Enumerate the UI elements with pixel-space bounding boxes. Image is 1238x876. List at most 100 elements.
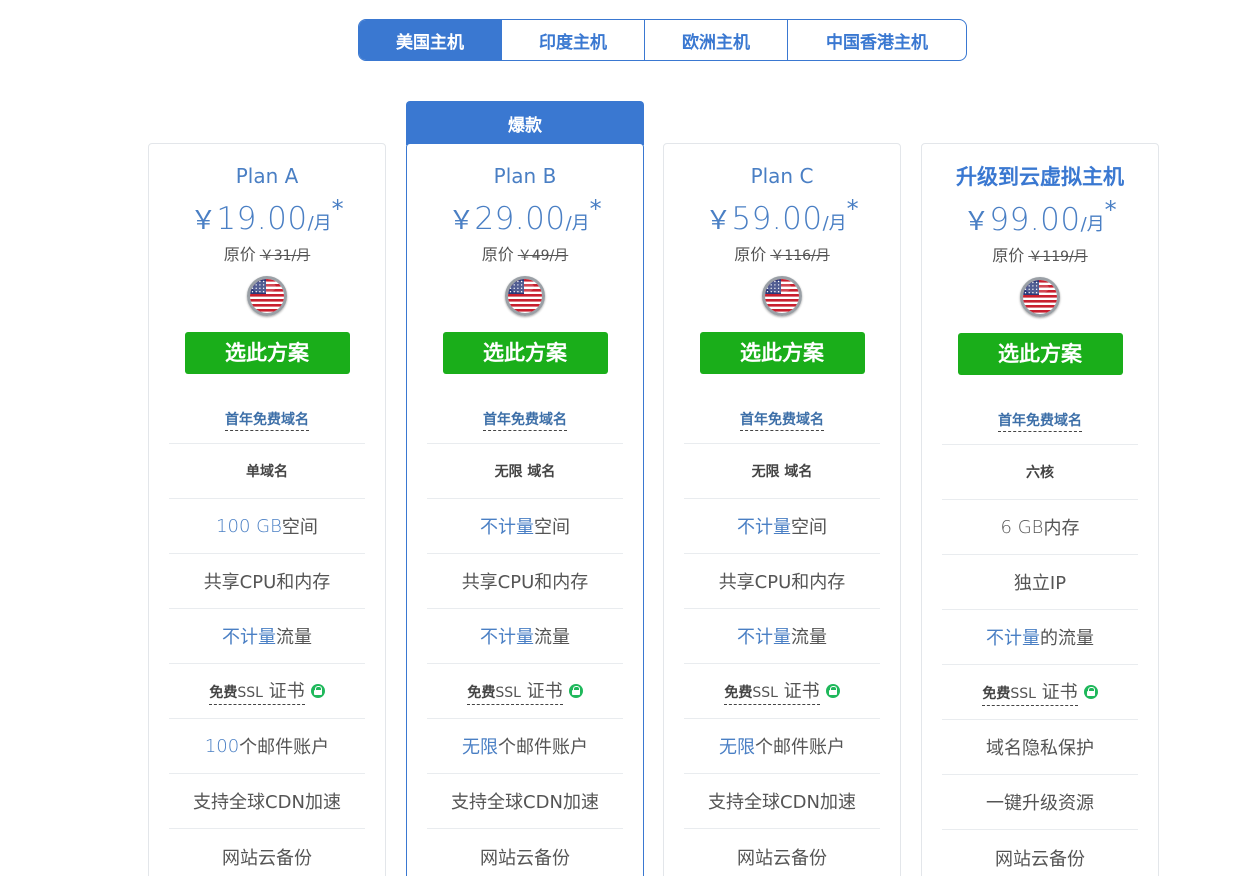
feature-list: 首年免费域名 无限 域名 不计量 空间 共享CPU和内存 不计量 流量 免费SS…	[684, 396, 880, 876]
feature-cdn: 支持全球CDN加速	[427, 774, 623, 829]
backup-text: 网站云备份	[737, 847, 827, 869]
ssl-link[interactable]: 免费SSL 证书	[724, 677, 820, 705]
ssl-link[interactable]: 免费SSL 证书	[467, 677, 563, 705]
plan-card-c: Plan C ￥59.00/月* 原价 ￥116/月 选此方案 首年免费域名 无限…	[663, 143, 901, 876]
price-period: /月	[565, 213, 590, 234]
select-plan-button[interactable]: 选此方案	[184, 332, 350, 374]
plan-card-b: Plan B ￥29.00/月* 原价 ￥49/月 选此方案 首年免费域名 无限 …	[406, 143, 644, 876]
traffic-label: 流量	[534, 627, 570, 648]
plan-name: 升级到云虚拟主机	[956, 165, 1124, 189]
memory-label: 内存	[1043, 518, 1080, 539]
price-value: 59.00	[731, 201, 823, 237]
cdn-text: 支持全球CDN加速	[708, 792, 856, 813]
price-value: 19.00	[216, 201, 308, 237]
ssl-text: SSL	[1010, 686, 1036, 702]
space-value: 不计量	[480, 517, 534, 538]
feature-list: 首年免费域名 六核 6 GB 内存 独立IP 不计量 的流量 免费SSL 证书 …	[942, 397, 1138, 876]
select-plan-button[interactable]: 选此方案	[442, 332, 608, 374]
lock-icon	[310, 684, 325, 698]
feature-list: 首年免费域名 单域名 100 GB 空间 共享CPU和内存 不计量 流量 免费S…	[169, 396, 365, 876]
cores-text: 六核	[1026, 465, 1054, 481]
backup-text: 网站云备份	[995, 848, 1085, 870]
email-label: 个邮件账户	[755, 737, 845, 758]
free-domain-link[interactable]: 首年免费域名	[998, 410, 1082, 432]
original-price: 原价 ￥49/月	[407, 242, 643, 268]
email-label: 个邮件账户	[498, 737, 588, 758]
free-domain-link[interactable]: 首年免费域名	[225, 409, 309, 431]
select-plan-button[interactable]: 选此方案	[957, 333, 1123, 375]
original-price: 原价 ￥116/月	[664, 242, 900, 268]
currency-symbol: ￥	[448, 206, 475, 236]
original-price: 原价 ￥31/月	[149, 242, 385, 268]
feature-free-domain: 首年免费域名	[684, 396, 880, 444]
tab-india-hosting[interactable]: 印度主机	[502, 20, 645, 60]
ssl-free-text: 免费	[982, 686, 1011, 702]
feature-traffic: 不计量 流量	[684, 609, 880, 664]
space-value: 不计量	[737, 517, 791, 538]
lock-icon	[1083, 685, 1098, 699]
ssl-text: SSL	[495, 685, 521, 701]
plan-card-a: Plan A ￥19.00/月* 原价 ￥31/月 选此方案 首年免费域名 单域名…	[148, 143, 386, 876]
feature-traffic: 不计量 的流量	[942, 610, 1138, 665]
space-label: 空间	[791, 517, 827, 538]
feature-cdn: 支持全球CDN加速	[684, 774, 880, 829]
feature-ssl: 免费SSL 证书	[427, 664, 623, 719]
tab-europe-hosting[interactable]: 欧洲主机	[645, 20, 788, 60]
memory-value: 6 GB	[1000, 516, 1044, 538]
select-plan-button[interactable]: 选此方案	[699, 332, 865, 374]
traffic-value: 不计量	[480, 627, 534, 648]
original-price-label: 原价	[481, 245, 514, 264]
tab-us-hosting[interactable]: 美国主机	[359, 20, 502, 60]
original-price-value: ￥49/月	[517, 248, 569, 264]
feature-space: 不计量 空间	[427, 499, 623, 554]
ssl-free-text: 免费	[724, 685, 753, 701]
ssl-cert-text: 证书	[777, 681, 820, 702]
plan-name: Plan B	[493, 164, 557, 188]
price-asterisk: *	[1104, 196, 1117, 224]
traffic-label: 的流量	[1040, 628, 1094, 649]
feature-free-domain: 首年免费域名	[427, 396, 623, 444]
feature-memory: 6 GB 内存	[942, 500, 1138, 555]
cdn-text: 支持全球CDN加速	[451, 792, 599, 813]
traffic-value: 不计量	[222, 627, 276, 648]
ssl-link[interactable]: 免费SSL 证书	[982, 678, 1078, 706]
currency-symbol: ￥	[190, 206, 217, 236]
feature-domains: 单域名	[169, 444, 365, 499]
domains-text: 单域名	[246, 464, 288, 480]
traffic-label: 流量	[276, 627, 312, 648]
ssl-link[interactable]: 免费SSL 证书	[209, 677, 305, 705]
price-asterisk: *	[846, 195, 859, 223]
price-asterisk: *	[589, 195, 602, 223]
feature-traffic: 不计量 流量	[427, 609, 623, 664]
price-period: /月	[822, 213, 847, 234]
space-value: 100 GB	[216, 515, 282, 537]
price-value: 29.00	[474, 201, 566, 237]
hot-badge: 爆款	[406, 101, 644, 145]
traffic-value: 不计量	[737, 627, 791, 648]
region-tabs: 美国主机 印度主机 欧洲主机 中国香港主机	[358, 19, 967, 61]
feature-upgrade: 一键升级资源	[942, 775, 1138, 830]
feature-backup: 网站云备份	[427, 829, 623, 876]
domains-text: 无限 域名	[751, 464, 813, 480]
feature-backup: 网站云备份	[684, 829, 880, 876]
backup-text: 网站云备份	[222, 847, 312, 869]
email-value: 无限	[719, 737, 755, 758]
price-period: /月	[1080, 214, 1105, 235]
feature-email: 无限 个邮件账户	[427, 719, 623, 774]
feature-ssl: 免费SSL 证书	[684, 664, 880, 719]
original-price-label: 原价	[992, 246, 1025, 265]
space-label: 空间	[534, 517, 570, 538]
free-domain-link[interactable]: 首年免费域名	[483, 409, 567, 431]
us-flag-icon	[247, 276, 287, 316]
feature-space: 100 GB 空间	[169, 499, 365, 554]
feature-cpu: 共享CPU和内存	[427, 554, 623, 609]
plan-price: ￥29.00/月*	[407, 195, 643, 240]
ssl-cert-text: 证书	[262, 681, 305, 702]
email-label: 个邮件账户	[239, 737, 330, 758]
feature-cdn: 支持全球CDN加速	[169, 774, 365, 829]
currency-symbol: ￥	[705, 206, 732, 236]
free-domain-link[interactable]: 首年免费域名	[740, 409, 824, 431]
price-value: 99.00	[989, 202, 1081, 238]
feature-backup: 网站云备份	[169, 829, 365, 876]
tab-hongkong-hosting[interactable]: 中国香港主机	[788, 20, 966, 60]
